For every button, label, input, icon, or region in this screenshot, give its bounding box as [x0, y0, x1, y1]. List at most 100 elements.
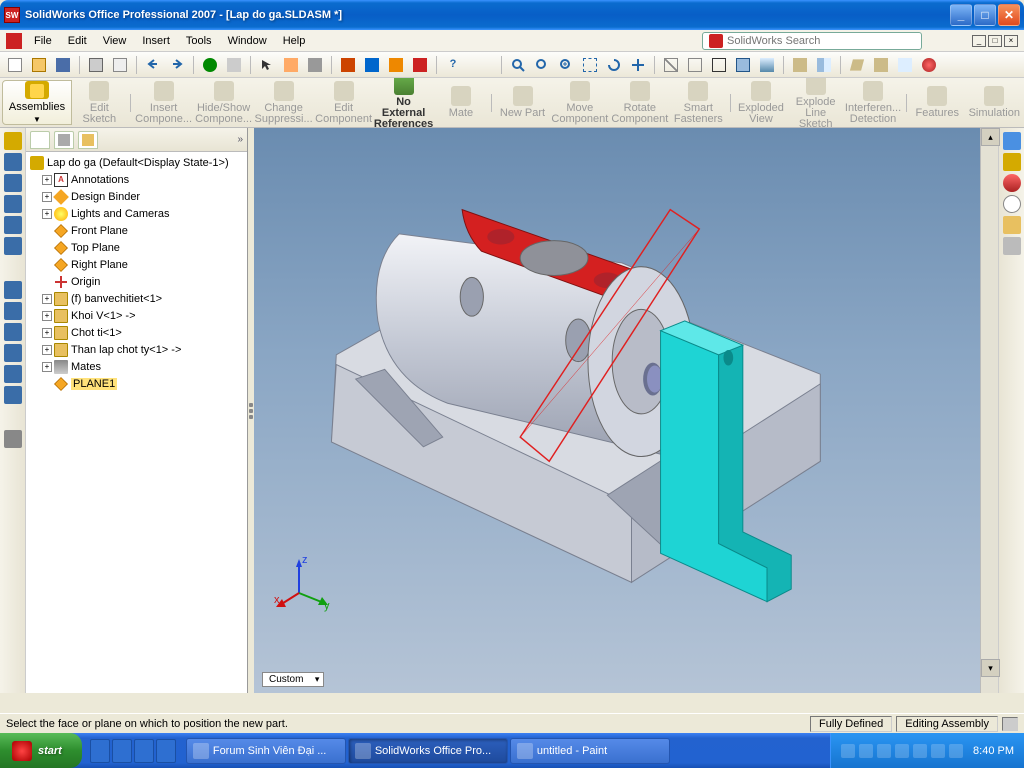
property-tab[interactable]: [54, 131, 74, 149]
quick-launch-item[interactable]: [156, 739, 176, 763]
tray-icon[interactable]: [913, 744, 927, 758]
open-button[interactable]: [28, 54, 50, 76]
quick-launch-item[interactable]: [90, 739, 110, 763]
tool-icon[interactable]: [4, 216, 22, 234]
help-button[interactable]: ?: [442, 54, 464, 76]
zoom-selection-button[interactable]: [579, 54, 601, 76]
task-icon[interactable]: [1003, 153, 1021, 171]
options-button[interactable]: [223, 54, 245, 76]
tree-item[interactable]: PLANE1: [26, 375, 247, 392]
tool-icon[interactable]: [4, 237, 22, 255]
ribbon-button[interactable]: Move Component: [550, 79, 610, 127]
tree-item[interactable]: Front Plane: [26, 222, 247, 239]
expand-icon[interactable]: +: [42, 328, 52, 338]
tool-icon[interactable]: [4, 365, 22, 383]
search-input[interactable]: [727, 35, 915, 47]
resource-icon[interactable]: [1003, 174, 1021, 192]
expand-icon[interactable]: +: [42, 362, 52, 372]
maximize-button[interactable]: □: [974, 4, 996, 26]
expand-tree-button[interactable]: »: [237, 134, 243, 145]
tray-icon[interactable]: [841, 744, 855, 758]
undo-button[interactable]: [142, 54, 164, 76]
minimize-button[interactable]: _: [950, 4, 972, 26]
tree-item[interactable]: Origin: [26, 273, 247, 290]
tree-item[interactable]: +Design Binder: [26, 188, 247, 205]
select-button[interactable]: [256, 54, 278, 76]
standard-views-button[interactable]: [870, 54, 892, 76]
sketch-tools-button[interactable]: [280, 54, 302, 76]
ribbon-button[interactable]: Edit Component: [314, 79, 374, 127]
tree-item[interactable]: +Chot ti<1>: [26, 324, 247, 341]
ribbon-button[interactable]: Interferen... Detection: [843, 79, 903, 127]
apply-scene-button[interactable]: [894, 54, 916, 76]
hidden-lines-removed-button[interactable]: [708, 54, 730, 76]
taskbar-item[interactable]: Forum Sinh Viên Đại ...: [186, 738, 346, 764]
orientation-triad[interactable]: z y x: [274, 553, 334, 613]
status-icon[interactable]: [1002, 717, 1018, 731]
ribbon-button[interactable]: Insert Compone...: [134, 79, 194, 127]
view-scale-dropdown[interactable]: Custom: [262, 672, 324, 687]
menu-help[interactable]: Help: [275, 33, 314, 49]
ribbon-button[interactable]: Rotate Component: [610, 79, 670, 127]
filter-button[interactable]: [304, 54, 326, 76]
tree-item[interactable]: +Than lap chot ty<1> ->: [26, 341, 247, 358]
ribbon-button[interactable]: Edit Sketch: [72, 79, 127, 127]
tool-icon[interactable]: [4, 323, 22, 341]
tool-icon[interactable]: [4, 344, 22, 362]
vertical-scrollbar[interactable]: [980, 128, 998, 693]
dimension-tool-icon[interactable]: [4, 430, 22, 448]
document-recovery-icon[interactable]: [1003, 237, 1021, 255]
pan-button[interactable]: [627, 54, 649, 76]
tray-icon[interactable]: [931, 744, 945, 758]
expand-icon[interactable]: +: [42, 209, 52, 219]
new-button[interactable]: [4, 54, 26, 76]
graphics-viewport[interactable]: z y x Custom: [254, 128, 980, 693]
tray-icon[interactable]: [895, 744, 909, 758]
feature-tree[interactable]: Lap do ga (Default<Display State-1>) +AA…: [26, 152, 247, 693]
tray-icon[interactable]: [877, 744, 891, 758]
tree-item[interactable]: +Lights and Cameras: [26, 205, 247, 222]
taskbar-item[interactable]: SolidWorks Office Pro...: [348, 738, 508, 764]
wireframe-button[interactable]: [660, 54, 682, 76]
menu-edit[interactable]: Edit: [60, 33, 95, 49]
save-button[interactable]: [52, 54, 74, 76]
print-button[interactable]: [85, 54, 107, 76]
redo-button[interactable]: [166, 54, 188, 76]
ribbon-button[interactable]: Change Suppressi...: [254, 79, 314, 127]
clock[interactable]: 8:40 PM: [973, 745, 1014, 757]
zoom-in-out-button[interactable]: [555, 54, 577, 76]
expand-icon[interactable]: +: [42, 345, 52, 355]
quick-launch-item[interactable]: [112, 739, 132, 763]
print-preview-button[interactable]: [109, 54, 131, 76]
expand-icon[interactable]: +: [42, 175, 52, 185]
start-button[interactable]: start: [0, 733, 82, 768]
taskbar-item[interactable]: untitled - Paint: [510, 738, 670, 764]
view-orientation-button[interactable]: [846, 54, 868, 76]
features-tool-icon[interactable]: [4, 132, 22, 150]
menu-view[interactable]: View: [95, 33, 135, 49]
shaded-edges-button[interactable]: [732, 54, 754, 76]
quick-launch-item[interactable]: [134, 739, 154, 763]
menu-insert[interactable]: Insert: [134, 33, 178, 49]
rotate-view-button[interactable]: [603, 54, 625, 76]
tool-icon[interactable]: [4, 386, 22, 404]
ribbon-button[interactable]: Hide/Show Compone...: [194, 79, 254, 127]
animate-button[interactable]: [409, 54, 431, 76]
hidden-lines-visible-button[interactable]: [684, 54, 706, 76]
zoom-fit-button[interactable]: [507, 54, 529, 76]
mdi-close-button[interactable]: ×: [1004, 35, 1018, 47]
home-icon[interactable]: [1003, 132, 1021, 150]
ribbon-button[interactable]: Simulation: [965, 84, 1024, 121]
close-button[interactable]: ✕: [998, 4, 1020, 26]
ribbon-button[interactable]: Explode Line Sketch: [788, 78, 843, 127]
ribbon-tab-assemblies[interactable]: Assemblies ▼: [2, 80, 72, 125]
ribbon-button[interactable]: Mate: [434, 84, 489, 121]
tree-item[interactable]: +AAnnotations: [26, 171, 247, 188]
shaded-button[interactable]: [756, 54, 778, 76]
tree-item[interactable]: +(f) banvechitiet<1>: [26, 290, 247, 307]
menu-tools[interactable]: Tools: [178, 33, 220, 49]
tray-icon[interactable]: [949, 744, 963, 758]
search-task-icon[interactable]: [1003, 195, 1021, 213]
shadow-button[interactable]: [789, 54, 811, 76]
view-palette-icon[interactable]: [1003, 216, 1021, 234]
